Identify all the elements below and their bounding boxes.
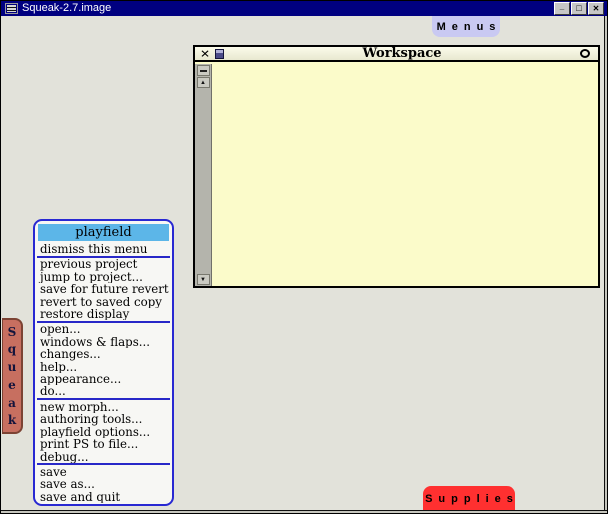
menu-item-appearance[interactable]: appearance... [37, 373, 170, 385]
scrollbar-up-button[interactable]: ▲ [197, 77, 210, 88]
menu-item-new-morph[interactable]: new morph... [37, 401, 170, 413]
squeak-tab-letter: S [8, 326, 17, 338]
squeak-tab-letter: a [8, 397, 16, 409]
menu-item-jump-to-project[interactable]: jump to project... [37, 271, 170, 283]
menu-item-previous-project[interactable]: previous project [37, 258, 170, 270]
menu-item-save-as[interactable]: save as... [37, 478, 170, 490]
menu-item-print-ps-to-file[interactable]: print PS to file... [37, 438, 170, 450]
squeak-tab-letter: e [8, 379, 16, 391]
close-button[interactable]: ✕ [588, 2, 604, 15]
frame-right-bevel [604, 16, 607, 513]
workspace-menu-icon[interactable] [215, 49, 224, 59]
window-title: Squeak-2.7.image [22, 1, 554, 16]
menus-flap-tab[interactable]: Menus [432, 16, 500, 37]
playfield-menu: playfield dismiss this menu previous pro… [33, 219, 174, 506]
squeak-tab-letter: q [8, 343, 16, 355]
squeak-tab-letter: u [8, 361, 17, 373]
menu-item-save-and-quit[interactable]: save and quit [37, 491, 170, 503]
squeak-tab-letter: k [8, 414, 16, 426]
supplies-flap-tab[interactable]: Supplies [423, 486, 515, 511]
scroll-down-icon: ▼ [200, 277, 206, 283]
menu-item-changes[interactable]: changes... [37, 348, 170, 360]
scrollbar-menu-icon [200, 70, 207, 72]
menu-item-save[interactable]: save [37, 466, 170, 478]
maximize-button[interactable]: □ [571, 2, 587, 15]
minimize-button[interactable]: _ [554, 2, 570, 15]
minimize-icon: _ [560, 3, 564, 11]
system-menu-icon[interactable] [5, 3, 18, 14]
workspace-text-area[interactable] [212, 64, 598, 286]
menu-item-open[interactable]: open... [37, 323, 170, 335]
menu-item-revert-to-saved-copy[interactable]: revert to saved copy [37, 296, 170, 308]
scroll-up-icon: ▲ [200, 80, 206, 86]
squeak-flap-tab[interactable]: S q u e a k [2, 318, 23, 434]
workspace-scrollbar[interactable]: ▲ ▼ [195, 64, 212, 286]
menu-item-do[interactable]: do... [37, 385, 170, 397]
maximize-icon: □ [576, 4, 581, 13]
menu-item-dismiss-this-menu[interactable]: dismiss this menu [37, 243, 170, 255]
menu-item-playfield-options[interactable]: playfield options... [37, 426, 170, 438]
scrollbar-down-button[interactable]: ▼ [197, 274, 210, 285]
workspace-collapse-icon[interactable] [580, 49, 590, 58]
squeak-desktop: Squeak-2.7.image _ □ ✕ Menus ✕ Workspace… [0, 0, 608, 514]
window-controls: _ □ ✕ [554, 2, 604, 15]
workspace-close-icon[interactable]: ✕ [200, 48, 210, 59]
menu-item-debug[interactable]: debug... [37, 451, 170, 463]
playfield-menu-title[interactable]: playfield [38, 224, 169, 241]
workspace-title: Workspace [229, 47, 575, 60]
window-titlebar[interactable]: Squeak-2.7.image _ □ ✕ [1, 1, 607, 16]
workspace-window: ✕ Workspace ▲ ▼ [193, 45, 600, 288]
close-icon: ✕ [593, 5, 600, 13]
workspace-titlebar[interactable]: ✕ Workspace [195, 47, 598, 62]
menu-item-authoring-tools[interactable]: authoring tools... [37, 413, 170, 425]
scrollbar-menu-button[interactable] [197, 65, 210, 76]
menu-item-quit[interactable]: quit [37, 503, 170, 506]
menu-item-windows-and-flaps[interactable]: windows & flaps... [37, 336, 170, 348]
menu-item-help[interactable]: help... [37, 361, 170, 373]
menu-item-save-for-future-revert[interactable]: save for future revert [37, 283, 170, 295]
menu-item-restore-display[interactable]: restore display [37, 308, 170, 320]
frame-bottom-bevel [1, 510, 607, 513]
workspace-body: ▲ ▼ [195, 64, 598, 286]
